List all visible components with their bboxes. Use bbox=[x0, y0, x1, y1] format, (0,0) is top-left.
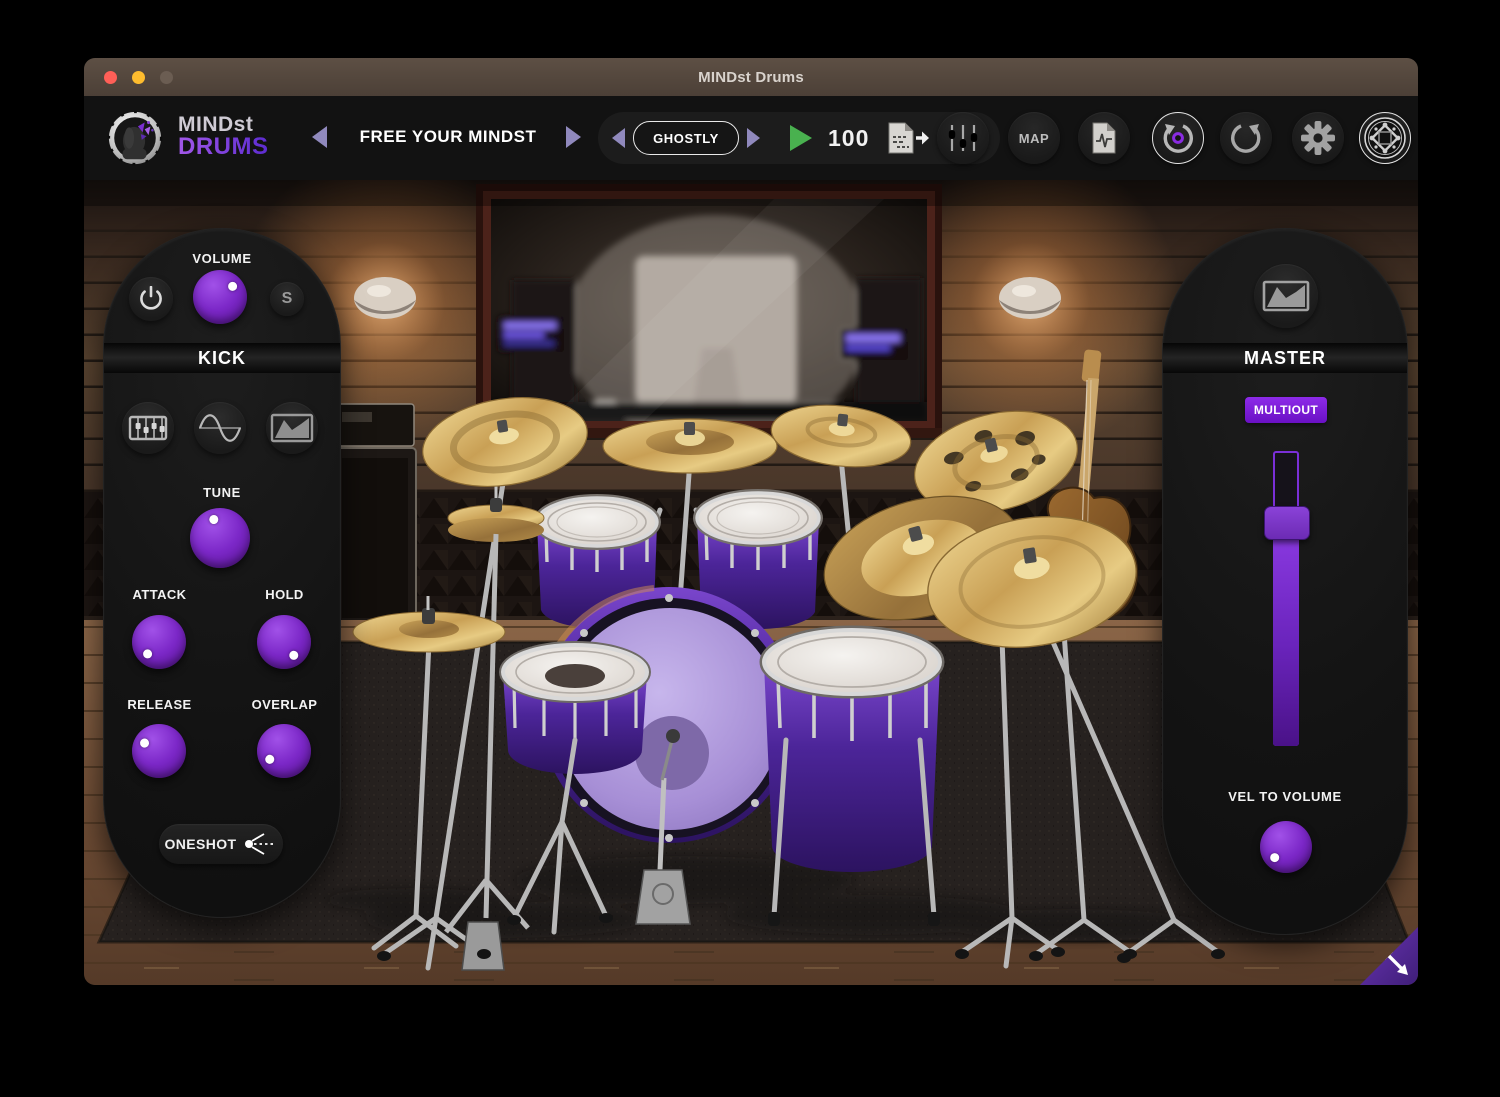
audio-file-icon bbox=[1089, 121, 1119, 155]
fader-fill bbox=[1273, 520, 1299, 746]
wall-lamp-left bbox=[354, 277, 416, 319]
oneshot-button[interactable]: ONESHOT bbox=[159, 824, 283, 864]
multiout-button[interactable]: MULTIOUT bbox=[1245, 397, 1327, 423]
close-button[interactable] bbox=[104, 71, 117, 84]
solo-label: S bbox=[282, 290, 293, 308]
brand-seal-icon bbox=[1363, 116, 1407, 160]
tune-label: TUNE bbox=[104, 485, 340, 500]
attack-label: ATTACK bbox=[112, 587, 207, 602]
redo-icon bbox=[1229, 121, 1263, 155]
tempo-value[interactable]: 100 bbox=[828, 125, 869, 152]
power-icon bbox=[138, 286, 164, 312]
release-label: RELEASE bbox=[112, 697, 207, 712]
gear-icon bbox=[1300, 120, 1336, 156]
tune-knob[interactable] bbox=[190, 508, 250, 568]
wall-lamp-right bbox=[999, 277, 1061, 319]
preset-prev-arrow[interactable] bbox=[612, 128, 625, 148]
master-envelope-button[interactable] bbox=[1254, 264, 1318, 328]
channel-panel-kick: VOLUME S KICK bbox=[103, 228, 341, 918]
fader-handle[interactable] bbox=[1264, 506, 1310, 540]
oneshot-icon bbox=[244, 832, 278, 856]
zoom-button[interactable] bbox=[160, 71, 173, 84]
tab-envelope[interactable] bbox=[266, 402, 318, 454]
preset-selector[interactable]: GHOSTLY bbox=[633, 121, 739, 155]
brand-line1: MINDst bbox=[178, 114, 269, 135]
volume-label: VOLUME bbox=[104, 251, 340, 266]
undo-icon bbox=[1161, 121, 1195, 155]
sine-wave-icon bbox=[198, 412, 242, 444]
mixer-button[interactable] bbox=[937, 112, 989, 164]
splash-cymbal[interactable] bbox=[603, 419, 777, 473]
toolbar: MINDst DRUMS FREE YOUR MINDST GHOSTLY 10… bbox=[84, 96, 1418, 180]
export-midi-icon[interactable] bbox=[883, 120, 929, 156]
titlebar: MINDst Drums bbox=[84, 58, 1418, 97]
audio-file-button[interactable] bbox=[1078, 112, 1130, 164]
tab-waveform[interactable] bbox=[194, 402, 246, 454]
hold-label: HOLD bbox=[237, 587, 332, 602]
tab-sequencer[interactable] bbox=[122, 402, 174, 454]
kit-next-arrow[interactable] bbox=[566, 126, 581, 148]
amp-stack bbox=[334, 404, 416, 638]
settings-button[interactable] bbox=[1292, 112, 1344, 164]
mixer-icon bbox=[946, 122, 980, 154]
brand-wordmark: MINDst DRUMS bbox=[178, 114, 269, 160]
master-title: MASTER bbox=[1163, 343, 1407, 373]
brand-seal-button[interactable] bbox=[1359, 112, 1411, 164]
kit-name: FREE YOUR MINDST bbox=[340, 127, 556, 147]
master-panel: MASTER MULTIOUT VEL TO VOLUME bbox=[1162, 228, 1408, 935]
vel-to-volume-label: VEL TO VOLUME bbox=[1163, 789, 1407, 804]
window-title: MINDst Drums bbox=[698, 69, 804, 86]
oneshot-label: ONESHOT bbox=[164, 836, 236, 852]
hold-knob[interactable] bbox=[257, 615, 311, 669]
undo-button[interactable] bbox=[1152, 112, 1204, 164]
attack-knob[interactable] bbox=[132, 615, 186, 669]
envelope-icon bbox=[270, 412, 314, 444]
redo-button[interactable] bbox=[1220, 112, 1272, 164]
brand-logo-icon bbox=[106, 109, 164, 167]
volume-knob[interactable] bbox=[193, 270, 247, 324]
envelope-icon bbox=[1262, 279, 1310, 313]
brand-line2: DRUMS bbox=[178, 135, 269, 159]
sequencer-grid-icon bbox=[128, 414, 168, 442]
map-label: MAP bbox=[1019, 131, 1049, 146]
kit-prev-arrow[interactable] bbox=[312, 126, 327, 148]
map-button[interactable]: MAP bbox=[1008, 112, 1060, 164]
plugin-window: MINDst Drums MINDst DRUMS FR bbox=[84, 58, 1418, 985]
vel-to-volume-knob[interactable] bbox=[1260, 821, 1312, 873]
overlap-knob[interactable] bbox=[257, 724, 311, 778]
release-knob[interactable] bbox=[132, 724, 186, 778]
play-icon[interactable] bbox=[790, 125, 812, 151]
power-button[interactable] bbox=[129, 277, 173, 321]
master-fader[interactable] bbox=[1273, 451, 1299, 746]
preset-next-arrow[interactable] bbox=[747, 128, 760, 148]
channel-title: KICK bbox=[104, 343, 340, 373]
minimize-button[interactable] bbox=[132, 71, 145, 84]
overlap-label: OVERLAP bbox=[237, 697, 332, 712]
solo-button[interactable]: S bbox=[270, 282, 304, 316]
